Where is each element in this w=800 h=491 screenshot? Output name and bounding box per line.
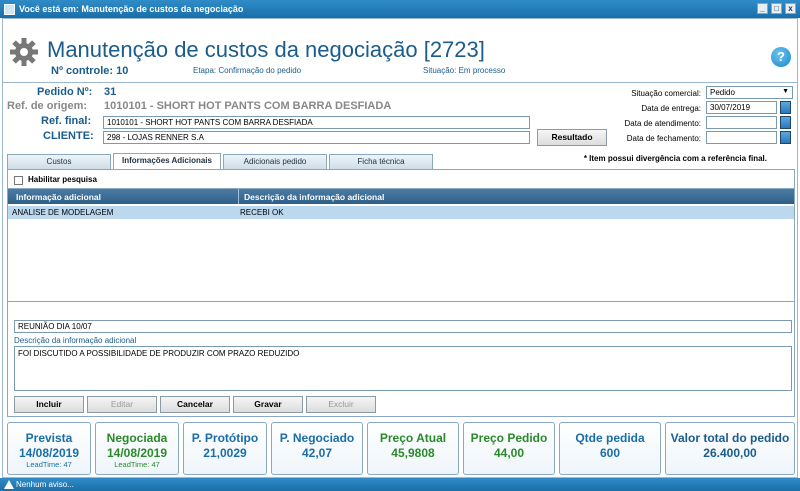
prevista-leadtime: LeadTime: 47 bbox=[26, 460, 72, 469]
prototipo-value: 21,0029 bbox=[203, 446, 247, 460]
negociado-value: 42,07 bbox=[301, 446, 333, 460]
valor-total-title: Valor total do pedido bbox=[670, 431, 790, 445]
excluir-button[interactable]: Excluir bbox=[306, 396, 376, 413]
minimize-button[interactable]: _ bbox=[757, 3, 768, 14]
prevista-value: 14/08/2019 bbox=[18, 446, 80, 460]
qtde-value: 600 bbox=[599, 446, 621, 460]
preco-atual-value: 45,9808 bbox=[391, 446, 435, 460]
pedido-label: Pedido Nº: bbox=[37, 86, 93, 98]
window-title: Você está em: Manutenção de custos da ne… bbox=[19, 4, 244, 14]
page-title: Manutenção de custos da negociação [2723… bbox=[47, 37, 485, 62]
ref-origem-label: Ref. de origem: bbox=[7, 100, 88, 112]
gear-icon bbox=[10, 38, 38, 66]
tab-custos[interactable]: Custos bbox=[7, 154, 111, 169]
data-entrega-label: Data de entrega: bbox=[641, 104, 701, 113]
prevista-title: Prevista bbox=[25, 431, 73, 445]
divergence-note: * Item possui divergência com a referênc… bbox=[583, 154, 767, 163]
card-prototipo: P. Protótipo 21,0029 bbox=[183, 422, 267, 475]
calendar-icon[interactable] bbox=[780, 101, 791, 114]
summary-cards: Prevista 14/08/2019 LeadTime: 47 Negocia… bbox=[7, 422, 795, 476]
calendar-icon[interactable] bbox=[780, 116, 791, 129]
info-grid: Informação adicional Descrição da inform… bbox=[8, 188, 794, 302]
habilitar-pesquisa-checkbox[interactable] bbox=[14, 176, 23, 185]
card-preco-atual: Preço Atual 45,9808 bbox=[367, 422, 459, 475]
desc-info-textarea[interactable]: FOI DISCUTIDO A POSSIBILIDADE DE PRODUZI… bbox=[14, 346, 792, 391]
divider bbox=[3, 82, 797, 83]
editar-button[interactable]: Editar bbox=[87, 396, 157, 413]
grid-header: Informação adicional Descrição da inform… bbox=[8, 189, 794, 204]
preco-atual-title: Preço Atual bbox=[379, 431, 447, 445]
cancelar-button[interactable]: Cancelar bbox=[160, 396, 230, 413]
chevron-down-icon: ▼ bbox=[782, 88, 789, 95]
data-atendimento-label: Data de atendimento: bbox=[624, 119, 702, 128]
situacao-comercial-label: Situação comercial: bbox=[631, 89, 701, 98]
help-icon[interactable]: ? bbox=[771, 47, 791, 67]
valor-total-value: 26.400,00 bbox=[703, 446, 757, 460]
situacao-label: Situação: bbox=[423, 66, 457, 75]
main-window: Manutenção de custos da negociação [2723… bbox=[2, 18, 798, 478]
negociado-title: P. Negociado bbox=[279, 431, 355, 445]
data-fechamento-input[interactable] bbox=[706, 131, 777, 144]
qtde-title: Qtde pedida bbox=[575, 431, 645, 445]
ref-origem-value: 1010101 - SHORT HOT PANTS COM BARRA DESF… bbox=[104, 100, 392, 112]
negociada-title: Negociada bbox=[106, 431, 168, 445]
table-row[interactable]: ANALISE DE MODELAGEM RECEBI OK bbox=[8, 206, 794, 219]
row-info-cell: ANALISE DE MODELAGEM bbox=[12, 208, 114, 217]
preco-pedido-value: 44,00 bbox=[493, 446, 525, 460]
maximize-button[interactable]: □ bbox=[771, 3, 782, 14]
tab-informacoes-adicionais[interactable]: Informações Adicionais bbox=[113, 153, 221, 169]
situacao-field: Situação: Em processo bbox=[423, 66, 505, 75]
negociada-leadtime: LeadTime: 47 bbox=[114, 460, 160, 469]
info-adicionais-panel: Habilitar pesquisa Informação adicional … bbox=[7, 169, 795, 417]
habilitar-pesquisa-label: Habilitar pesquisa bbox=[28, 175, 97, 184]
row-desc-cell: RECEBI OK bbox=[240, 208, 284, 217]
card-prevista: Prevista 14/08/2019 LeadTime: 47 bbox=[7, 422, 91, 475]
ref-final-label: Ref. final: bbox=[41, 115, 92, 127]
calendar-icon[interactable] bbox=[780, 131, 791, 144]
page-header: Manutenção de custos da negociação [2723… bbox=[3, 19, 797, 81]
tab-ficha-tecnica[interactable]: Ficha técnica bbox=[329, 154, 433, 169]
data-fechamento-label: Data de fechamento: bbox=[626, 134, 701, 143]
card-preco-pedido: Preço Pedido 44,00 bbox=[463, 422, 555, 475]
ref-final-input[interactable]: 1010101 - SHORT HOT PANTS COM BARRA DESF… bbox=[103, 116, 530, 129]
card-negociada: Negociada 14/08/2019 LeadTime: 47 bbox=[95, 422, 179, 475]
warning-icon bbox=[4, 480, 14, 489]
app-icon bbox=[4, 3, 15, 15]
data-entrega-input[interactable]: 30/07/2019 bbox=[706, 101, 777, 114]
tab-bar: Custos Informações Adicionais Adicionais… bbox=[7, 153, 435, 169]
info-adicional-input[interactable]: REUNIÃO DIA 10/07 bbox=[14, 320, 792, 333]
column-header-info[interactable]: Informação adicional bbox=[16, 192, 101, 202]
situacao-comercial-select[interactable]: Pedido ▼ bbox=[706, 86, 793, 99]
pedido-value: 31 bbox=[104, 86, 117, 98]
column-divider bbox=[238, 189, 239, 204]
prototipo-title: P. Protótipo bbox=[191, 431, 259, 445]
resultado-button[interactable]: Resultado bbox=[537, 129, 607, 146]
situacao-value: Em processo bbox=[458, 66, 506, 75]
cliente-label: CLIENTE: bbox=[43, 130, 94, 142]
cliente-input[interactable]: 298 - LOJAS RENNER S.A bbox=[103, 131, 530, 144]
situacao-comercial-value: Pedido bbox=[710, 88, 735, 97]
negociada-value: 14/08/2019 bbox=[106, 446, 168, 460]
data-atendimento-input[interactable] bbox=[706, 116, 777, 129]
controle-label: Nº controle: bbox=[51, 65, 114, 77]
card-qtde-pedida: Qtde pedida 600 bbox=[559, 422, 661, 475]
close-button[interactable]: x bbox=[785, 3, 796, 14]
card-valor-total: Valor total do pedido 26.400,00 bbox=[665, 422, 795, 475]
etapa-value: Confirmação do pedido bbox=[218, 66, 302, 75]
desc-info-label: Descrição da informação adicional bbox=[14, 336, 137, 345]
controle-value: 10 bbox=[116, 65, 129, 77]
gravar-button[interactable]: Gravar bbox=[233, 396, 303, 413]
tab-adicionais-pedido[interactable]: Adicionais pedido bbox=[223, 154, 327, 169]
preco-pedido-title: Preço Pedido bbox=[470, 431, 548, 445]
status-bar: Nenhum aviso... bbox=[0, 478, 800, 491]
etapa-label: Etapa: bbox=[193, 66, 217, 75]
incluir-button[interactable]: Incluir bbox=[14, 396, 84, 413]
card-negociado: P. Negociado 42,07 bbox=[271, 422, 363, 475]
column-header-desc[interactable]: Descrição da informação adicional bbox=[244, 192, 384, 202]
status-text: Nenhum aviso... bbox=[16, 480, 74, 489]
etapa-field: Etapa: Confirmação do pedido bbox=[193, 66, 301, 75]
controle-field: Nº controle: 10 bbox=[51, 65, 128, 77]
window-titlebar: Você está em: Manutenção de custos da ne… bbox=[0, 0, 800, 18]
